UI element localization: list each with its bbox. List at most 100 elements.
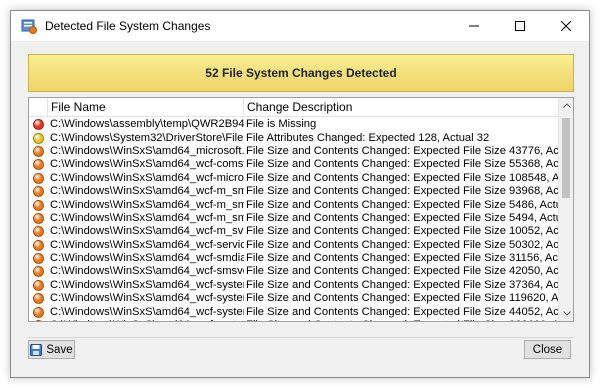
save-button-label: Save bbox=[46, 343, 73, 356]
change-description-cell: File Size and Contents Changed: Expected… bbox=[246, 211, 559, 224]
table-row[interactable]: C:\Windows\System32\DriverStore\FileRep.… bbox=[29, 131, 559, 144]
file-name-cell: C:\Windows\WinSxS\amd64_wcf-system.ru... bbox=[48, 319, 244, 321]
orange-status-icon bbox=[33, 145, 44, 157]
change-description-cell: File Attributes Changed: Expected 128, A… bbox=[246, 131, 490, 144]
scroll-up-button[interactable] bbox=[559, 98, 573, 113]
change-description-cell: File Size and Contents Changed: Expected… bbox=[246, 225, 559, 238]
file-name-cell: C:\Windows\WinSxS\amd64_wcf-system.io...… bbox=[50, 305, 244, 318]
orange-status-icon bbox=[33, 239, 44, 251]
table-row[interactable]: C:\Windows\WinSxS\amd64_wcf-m_sm_cfg...F… bbox=[29, 185, 559, 198]
table-row[interactable]: C:\Windows\WinSxS\amd64_wcf-system.id...… bbox=[29, 279, 559, 292]
file-name-cell: C:\Windows\WinSxS\amd64_wcf-m_sm_ins... bbox=[50, 211, 244, 224]
status-cell bbox=[29, 199, 48, 211]
orange-status-icon bbox=[33, 212, 44, 224]
table-row[interactable]: C:\Windows\WinSxS\amd64_wcf-m_sm_ins...F… bbox=[29, 212, 559, 225]
file-name-cell: C:\Windows\WinSxS\amd64_wcf-smsvchos... bbox=[50, 265, 244, 278]
status-cell bbox=[29, 239, 48, 251]
chevron-up-icon bbox=[562, 103, 571, 108]
table-row[interactable]: C:\Windows\WinSxS\amd64_wcf-system.id...… bbox=[29, 292, 559, 305]
title-bar[interactable]: Detected File System Changes bbox=[11, 11, 589, 41]
status-cell bbox=[29, 172, 48, 184]
vertical-scrollbar[interactable] bbox=[558, 98, 573, 321]
table-row[interactable]: C:\Windows\WinSxS\amd64_wcf-m_svc_m...Fi… bbox=[29, 225, 559, 238]
status-cell bbox=[29, 253, 48, 265]
file-name-cell: C:\Windows\WinSxS\amd64_wcf-m_sm_evt... bbox=[50, 198, 244, 211]
status-cell bbox=[29, 320, 48, 321]
orange-status-icon bbox=[33, 199, 44, 211]
close-button[interactable]: Close bbox=[524, 340, 571, 359]
change-description-cell: File is Missing bbox=[246, 118, 317, 131]
yellow-status-icon bbox=[33, 132, 44, 144]
table-row[interactable]: C:\Windows\WinSxS\amd64_wcf-smsvchos...F… bbox=[29, 265, 559, 278]
change-description-cell: File Size and Contents Changed: Expected… bbox=[246, 144, 559, 157]
change-description-cell: File Size and Contents Changed: Expected… bbox=[244, 319, 559, 321]
table-row[interactable]: C:\Windows\WinSxS\amd64_wcf-system.ru...… bbox=[29, 319, 559, 321]
scroll-down-button[interactable] bbox=[559, 306, 573, 321]
file-name-cell: C:\Windows\WinSxS\amd64_wcf-microsoft...… bbox=[50, 171, 244, 184]
table-row[interactable]: C:\Windows\assembly\temp\QWR2B94A1F...Fi… bbox=[29, 118, 559, 131]
close-button-label: Close bbox=[532, 343, 563, 356]
status-cell bbox=[29, 145, 48, 157]
status-cell bbox=[29, 226, 48, 238]
table-row[interactable]: C:\Windows\WinSxS\amd64_wcf-servicem...F… bbox=[29, 239, 559, 252]
scrollbar-thumb[interactable] bbox=[562, 118, 570, 198]
column-header-file-name[interactable]: File Name bbox=[48, 98, 244, 116]
footer-divider bbox=[28, 337, 574, 338]
minimize-button[interactable] bbox=[451, 11, 497, 41]
change-description-cell: File Size and Contents Changed: Expected… bbox=[246, 198, 559, 211]
maximize-button[interactable] bbox=[497, 11, 543, 41]
grid-rows: C:\Windows\assembly\temp\QWR2B94A1F...Fi… bbox=[29, 118, 559, 321]
dialog-window: Detected File System Changes 52 File Sys… bbox=[10, 10, 590, 378]
changes-grid[interactable]: File Name Change Description C:\Windows\… bbox=[28, 97, 574, 322]
orange-status-icon bbox=[33, 320, 44, 321]
close-window-button[interactable] bbox=[543, 11, 589, 41]
orange-status-icon bbox=[33, 159, 44, 171]
file-name-cell: C:\Windows\WinSxS\amd64_microsoft.tran..… bbox=[50, 144, 244, 157]
change-description-cell: File Size and Contents Changed: Expected… bbox=[246, 252, 559, 265]
file-name-cell: C:\Windows\System32\DriverStore\FileRep.… bbox=[50, 131, 244, 144]
change-description-cell: File Size and Contents Changed: Expected… bbox=[246, 185, 559, 198]
table-row[interactable]: C:\Windows\WinSxS\amd64_wcf-microsoft...… bbox=[29, 172, 559, 185]
table-row[interactable]: C:\Windows\WinSxS\amd64_wcf-comsvcco...F… bbox=[29, 158, 559, 171]
file-name-cell: C:\Windows\assembly\temp\QWR2B94A1F... bbox=[50, 118, 244, 131]
chevron-down-icon bbox=[562, 311, 571, 316]
save-button[interactable]: Save bbox=[28, 340, 75, 359]
orange-status-icon bbox=[33, 226, 44, 238]
grid-header: File Name Change Description bbox=[29, 98, 559, 117]
table-row[interactable]: C:\Windows\WinSxS\amd64_wcf-smdiagno...F… bbox=[29, 252, 559, 265]
status-cell bbox=[29, 306, 48, 318]
change-description-cell: File Size and Contents Changed: Expected… bbox=[246, 278, 559, 291]
change-description-cell: File Size and Contents Changed: Expected… bbox=[246, 292, 559, 305]
column-header-change-description[interactable]: Change Description bbox=[244, 98, 559, 116]
file-name-cell: C:\Windows\WinSxS\amd64_wcf-m_svc_m... bbox=[50, 225, 244, 238]
orange-status-icon bbox=[33, 293, 44, 305]
change-description-cell: File Size and Contents Changed: Expected… bbox=[246, 238, 559, 251]
orange-status-icon bbox=[33, 253, 44, 265]
change-description-cell: File Size and Contents Changed: Expected… bbox=[246, 158, 559, 171]
change-description-cell: File Size and Contents Changed: Expected… bbox=[246, 305, 559, 318]
file-name-cell: C:\Windows\WinSxS\amd64_wcf-system.id... bbox=[50, 278, 244, 291]
app-icon bbox=[21, 18, 37, 34]
window-title: Detected File System Changes bbox=[45, 19, 211, 33]
change-description-cell: File Size and Contents Changed: Expected… bbox=[246, 171, 559, 184]
orange-status-icon bbox=[33, 306, 44, 318]
table-row[interactable]: C:\Windows\WinSxS\amd64_wcf-system.io...… bbox=[29, 305, 559, 318]
status-cell bbox=[29, 119, 48, 131]
table-row[interactable]: C:\Windows\WinSxS\amd64_microsoft.tran..… bbox=[29, 145, 559, 158]
status-cell bbox=[29, 186, 48, 198]
status-cell bbox=[29, 159, 48, 171]
status-column-header[interactable] bbox=[29, 98, 48, 116]
status-cell bbox=[29, 132, 48, 144]
file-name-cell: C:\Windows\WinSxS\amd64_wcf-m_sm_cfg... bbox=[50, 185, 244, 198]
status-cell bbox=[29, 266, 48, 278]
close-icon bbox=[561, 21, 571, 31]
status-cell bbox=[29, 212, 48, 224]
orange-status-icon bbox=[33, 172, 44, 184]
file-name-cell: C:\Windows\WinSxS\amd64_wcf-system.id... bbox=[50, 292, 244, 305]
table-row[interactable]: C:\Windows\WinSxS\amd64_wcf-m_sm_evt...F… bbox=[29, 198, 559, 211]
red-status-icon bbox=[33, 119, 44, 131]
file-name-cell: C:\Windows\WinSxS\amd64_wcf-smdiagno... bbox=[50, 252, 244, 265]
file-name-cell: C:\Windows\WinSxS\amd64_wcf-comsvcco... bbox=[50, 158, 244, 171]
minimize-icon bbox=[469, 25, 479, 27]
orange-status-icon bbox=[33, 279, 44, 291]
